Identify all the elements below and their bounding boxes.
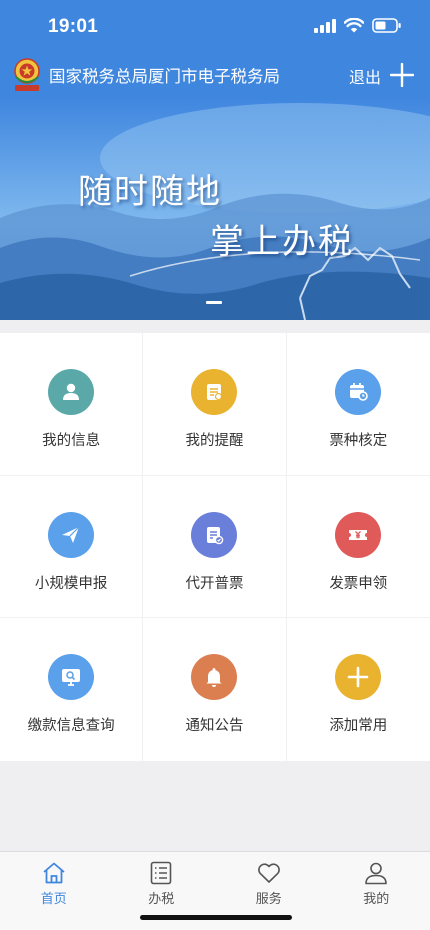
grid-item-payment-inquiry[interactable]: 缴款信息查询 xyxy=(0,618,144,761)
reminder-icon xyxy=(191,369,238,415)
monitor-search-icon xyxy=(48,654,95,701)
person-icon xyxy=(365,862,388,885)
grid-item-notices[interactable]: 通知公告 xyxy=(143,618,287,761)
signal-icon xyxy=(314,18,336,33)
grid-item-issue-general-invoice[interactable]: 代开普票 xyxy=(143,475,287,619)
grid-item-label: 我的信息 xyxy=(42,433,101,449)
banner-carousel[interactable]: 随时随地 掌上办税 xyxy=(0,98,430,320)
grid-item-invoice-type-approval[interactable]: 票种核定 xyxy=(286,333,430,476)
grid-item-add-favorite[interactable]: 添加常用 xyxy=(287,618,430,761)
banner-slogan-line2: 掌上办税 xyxy=(210,222,354,262)
banner-slogan-line1: 随时随地 xyxy=(78,172,222,212)
grid-item-label: 添加常用 xyxy=(329,718,388,735)
grid-item-label: 我的提醒 xyxy=(185,433,244,449)
grid-item-label: 代开普票 xyxy=(185,575,244,592)
grid-item-my-info[interactable]: 我的信息 xyxy=(0,333,144,476)
logout-button[interactable]: 退出 xyxy=(349,64,381,88)
calendar-clock-icon xyxy=(335,369,382,415)
tab-label: 服务 xyxy=(255,892,282,907)
tab-label: 我的 xyxy=(363,892,390,907)
battery-icon xyxy=(372,18,401,33)
tax-emblem-logo xyxy=(14,58,40,91)
carousel-indicator[interactable] xyxy=(206,301,222,304)
grid-item-label: 小规模申报 xyxy=(34,575,108,592)
grid-item-invoice-application[interactable]: 发票申领 xyxy=(286,476,430,619)
grid-item-label: 票种核定 xyxy=(329,433,388,449)
grid-item-small-scale-filing[interactable]: 小规模申报 xyxy=(0,475,144,619)
wifi-icon xyxy=(344,18,364,33)
status-bar: 19:01 xyxy=(0,0,430,52)
grid-item-label: 发票申领 xyxy=(329,575,388,592)
function-grid: 我的信息 我的提醒 票种核定 小规模申报 代开普票 发票申领 缴款信息查询 通知… xyxy=(0,333,430,761)
heart-icon xyxy=(257,863,280,883)
tab-me[interactable]: 我的 xyxy=(323,852,430,930)
home-icon xyxy=(43,862,65,884)
plus-icon xyxy=(335,654,382,701)
grid-item-label: 通知公告 xyxy=(185,718,244,735)
tab-label: 办税 xyxy=(148,892,175,907)
grid-item-label: 缴款信息查询 xyxy=(27,718,115,735)
tab-home[interactable]: 首页 xyxy=(0,852,108,930)
ticket-icon xyxy=(335,511,382,558)
user-icon xyxy=(48,369,95,415)
grid-item-my-reminders[interactable]: 我的提醒 xyxy=(143,333,287,476)
bell-icon xyxy=(191,654,238,701)
tab-label: 首页 xyxy=(40,892,67,907)
add-icon[interactable] xyxy=(390,63,414,87)
app-header: 国家税务总局厦门市电子税务局 退出 xyxy=(0,52,430,98)
document-edit-icon xyxy=(191,511,238,558)
list-icon xyxy=(150,861,172,885)
app-title: 国家税务总局厦门市电子税务局 xyxy=(49,67,280,86)
paper-plane-icon xyxy=(48,511,95,558)
status-time: 19:01 xyxy=(48,16,99,37)
home-indicator[interactable] xyxy=(140,915,292,920)
status-icons xyxy=(314,18,402,33)
